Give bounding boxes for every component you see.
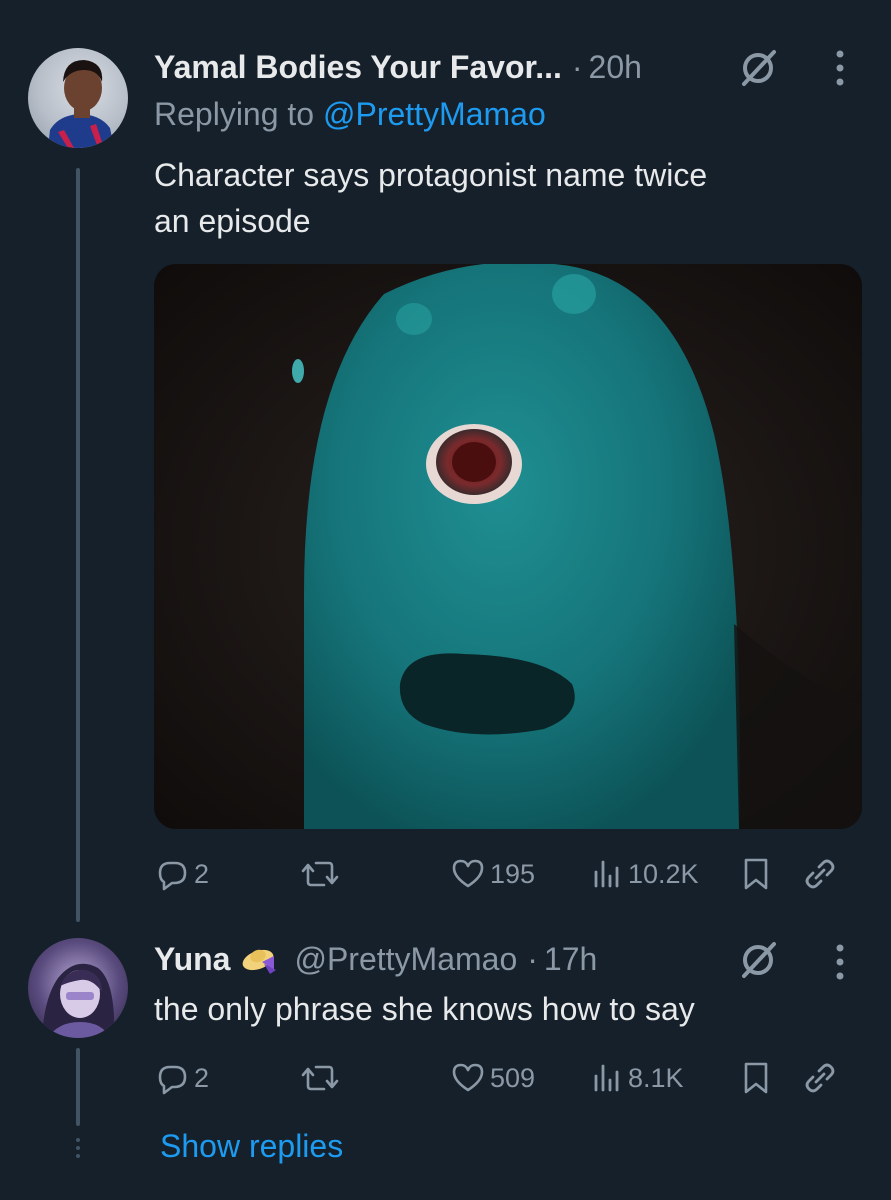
like-count: 509 xyxy=(490,1062,536,1093)
share-icon xyxy=(805,1063,835,1093)
bookmark-button[interactable] xyxy=(740,852,772,896)
more-options-icon[interactable] xyxy=(834,48,846,88)
heart-icon xyxy=(452,1063,484,1092)
thread-more-dots xyxy=(73,1138,83,1158)
tweet-actions: 2 509 8.1K xyxy=(154,1056,851,1100)
avatar[interactable] xyxy=(28,48,128,148)
reply-count: 2 xyxy=(194,1062,210,1093)
display-name[interactable]: Yamal Bodies Your Favor... xyxy=(154,49,562,86)
tweet-text: Character says protagonist name twice an… xyxy=(154,152,854,244)
retweet-button[interactable] xyxy=(300,1056,340,1100)
bookmark-icon xyxy=(744,858,768,890)
reply-icon xyxy=(158,1065,187,1095)
like-button[interactable]: 509 xyxy=(450,1056,535,1100)
blue-one-eyed-creature-image xyxy=(154,264,862,829)
views-button[interactable]: 8.1K xyxy=(590,1056,684,1100)
avatar[interactable] xyxy=(28,938,128,1038)
mention-link[interactable]: @PrettyMamao xyxy=(323,96,546,132)
thread-connector xyxy=(76,1048,80,1126)
grok-icon[interactable] xyxy=(736,938,780,982)
replying-label: Replying to xyxy=(154,96,315,132)
tweet-text-line: an episode xyxy=(154,203,311,239)
reply-count: 2 xyxy=(194,858,210,889)
timestamp[interactable]: 20h xyxy=(589,49,642,86)
view-count: 8.1K xyxy=(628,1062,684,1093)
views-chart-icon xyxy=(594,1064,619,1092)
reply-button[interactable]: 2 xyxy=(154,1056,209,1100)
like-count: 195 xyxy=(490,858,536,889)
views-button[interactable]: 10.2K xyxy=(590,852,699,896)
grok-icon[interactable] xyxy=(736,46,780,90)
tweet-actions: 2 195 10.2K xyxy=(154,852,851,896)
thread-connector xyxy=(76,168,80,922)
view-count: 10.2K xyxy=(628,858,699,889)
handle[interactable]: @PrettyMamao xyxy=(294,941,517,978)
tweet-thread: Yamal Bodies Your Favor... · 20h Replyin… xyxy=(0,0,891,1200)
like-button[interactable]: 195 xyxy=(450,852,535,896)
separator-dot: · xyxy=(527,940,538,977)
hat-with-bow-emoji-icon xyxy=(243,949,277,974)
bookmark-icon xyxy=(744,1062,768,1094)
share-icon xyxy=(805,859,835,889)
share-button[interactable] xyxy=(802,852,838,896)
display-name[interactable]: Yuna xyxy=(154,941,230,978)
share-button[interactable] xyxy=(802,1056,838,1100)
reply-button[interactable]: 2 xyxy=(154,852,209,896)
show-replies-link[interactable]: Show replies xyxy=(160,1128,343,1165)
bookmark-button[interactable] xyxy=(740,1056,772,1100)
retweet-icon xyxy=(301,1065,339,1091)
tweet-media-image[interactable] xyxy=(154,264,862,829)
replying-to: Replying to @PrettyMamao xyxy=(154,96,546,133)
tweet-text: the only phrase she knows how to say xyxy=(154,991,695,1027)
tweet-text-line: Character says protagonist name twice xyxy=(154,157,708,193)
views-chart-icon xyxy=(594,860,619,888)
separator-dot: · xyxy=(571,48,583,85)
more-options-icon[interactable] xyxy=(834,942,846,982)
timestamp[interactable]: 17h xyxy=(544,941,597,978)
retweet-button[interactable] xyxy=(300,852,340,896)
retweet-icon xyxy=(301,861,339,887)
heart-icon xyxy=(452,859,484,888)
reply-icon xyxy=(158,861,187,891)
